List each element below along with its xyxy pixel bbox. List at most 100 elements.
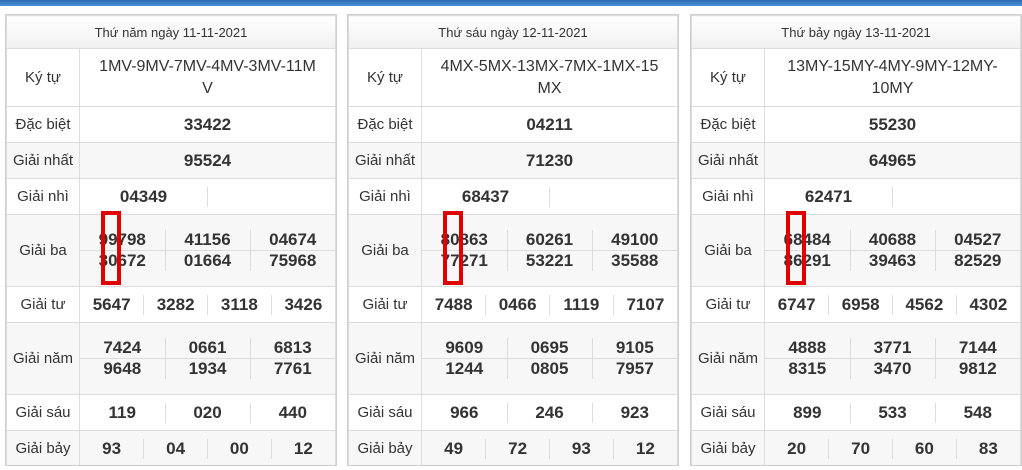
fourth-prize-number: 7488: [434, 294, 473, 314]
prize-label-tu: Giải tư: [6, 286, 80, 323]
first-prize-number: 95524: [79, 142, 336, 179]
fifth-prize-number: 7761: [249, 358, 335, 379]
fifth-prize-number: 9609: [445, 338, 484, 357]
third-prize-number: 40688: [849, 230, 935, 251]
seventh-prize-number: 70: [828, 438, 893, 459]
fifth-prize-number: 7424: [103, 338, 142, 357]
prize-label-ba: Giải ba: [6, 214, 80, 287]
third-prize-number: 75968: [249, 250, 335, 271]
fifth-prize-number: 7957: [591, 358, 677, 379]
second-prize-number: 68437: [461, 186, 510, 206]
special-prize-number: 55230: [764, 106, 1021, 143]
seventh-prize-number: 83: [955, 438, 1020, 459]
prize-label-dacbiet: Đặc biệt: [348, 106, 422, 143]
fourth-prize-number: 0466: [485, 294, 550, 315]
sixth-prize-number: 899: [793, 402, 822, 422]
draw-date-header: Thứ sáu ngày 12-11-2021: [348, 15, 678, 49]
fifth-prize-number: 0661: [164, 338, 250, 359]
top-bar: [0, 0, 1022, 6]
fifth-prize-values: 7424 0661 6813 9648 1934 7761: [79, 322, 336, 395]
sixth-prize-number: 246: [506, 402, 592, 423]
prize-label-bay: Giải bảy: [691, 430, 765, 465]
third-prize-number: 60261: [506, 230, 592, 251]
fifth-prize-number: 1934: [164, 358, 250, 379]
fourth-prize-number: 4562: [892, 294, 957, 315]
seventh-prize-number: 49: [444, 438, 464, 458]
highlight-box: [101, 211, 121, 285]
prize-label-sau: Giải sáu: [6, 394, 80, 431]
sixth-prize-number: 966: [450, 402, 479, 422]
prize-label-nhat: Giải nhất: [348, 142, 422, 179]
symbol-code-value: 13MY-15MY-4MY-9MY-12MY-10MY: [764, 48, 1021, 107]
fourth-prize-number: 4302: [955, 294, 1020, 315]
seventh-prize-number: 72: [485, 438, 550, 459]
prize-label-bay: Giải bảy: [6, 430, 80, 465]
prize-label-dacbiet: Đặc biệt: [691, 106, 765, 143]
sixth-prize-values: 899 533 548: [764, 394, 1021, 431]
fifth-prize-number: 4888: [788, 338, 827, 357]
seventh-prize-number: 04: [143, 438, 208, 459]
fourth-prize-number: 7107: [612, 294, 677, 315]
fourth-prize-values: 7488 0466 1119 7107: [421, 286, 678, 323]
third-prize-number: 68484: [783, 230, 831, 249]
sixth-prize-values: 119 020 440: [79, 394, 336, 431]
fifth-prize-number: 9105: [591, 338, 677, 359]
fourth-prize-number: 3118: [207, 294, 272, 315]
second-prize-values: 62471: [764, 178, 1021, 215]
prize-label-ba: Giải ba: [348, 214, 422, 287]
prize-label-sau: Giải sáu: [691, 394, 765, 431]
third-prize-number: 82529: [934, 250, 1020, 271]
seventh-prize-values: 20 70 60 83: [764, 430, 1021, 465]
result-panel: Thứ năm ngày 11-11-2021 Ký tự 1MV-9MV-7MV-…: [5, 14, 337, 466]
fourth-prize-values: 6747 6958 4562 4302: [764, 286, 1021, 323]
prize-label-ba: Giải ba: [691, 214, 765, 287]
seventh-prize-number: 00: [207, 438, 272, 459]
fifth-prize-number: 0805: [506, 358, 592, 379]
prize-label-nhi: Giải nhì: [691, 178, 765, 215]
third-prize-number: 04674: [249, 230, 335, 251]
seventh-prize-number: 93: [549, 438, 614, 459]
symbol-code-value: 4MX-5MX-13MX-7MX-1MX-15MX: [421, 48, 678, 107]
prize-label-nam: Giải năm: [6, 322, 80, 395]
prize-label-kytu: Ký tự: [691, 48, 765, 107]
fourth-prize-number: 3282: [143, 294, 208, 315]
prize-label-nhi: Giải nhì: [6, 178, 80, 215]
second-prize-values: 04349: [79, 178, 336, 215]
third-prize-number: 01664: [164, 250, 250, 271]
third-prize-number: 77271: [422, 250, 507, 271]
fifth-prize-number: 8315: [765, 358, 850, 379]
result-panel: Thứ sáu ngày 12-11-2021 Ký tự 4MX-5MX-13MX…: [347, 14, 679, 466]
second-prize-number: [892, 186, 1020, 207]
fifth-prize-values: 4888 3771 7144 8315 3470 9812: [764, 322, 1021, 395]
prize-label-tu: Giải tư: [348, 286, 422, 323]
seventh-prize-number: 12: [270, 438, 335, 459]
special-prize-number: 04211: [421, 106, 678, 143]
prize-label-sau: Giải sáu: [348, 394, 422, 431]
sixth-prize-number: 020: [164, 402, 250, 423]
fourth-prize-number: 3426: [270, 294, 335, 315]
fourth-prize-number: 6747: [777, 294, 816, 314]
prize-label-kytu: Ký tự: [348, 48, 422, 107]
fifth-prize-number: 9648: [80, 358, 165, 379]
fifth-prize-number: 3771: [849, 338, 935, 359]
fifth-prize-number: 6813: [249, 338, 335, 359]
special-prize-number: 33422: [79, 106, 336, 143]
second-prize-values: 68437: [421, 178, 678, 215]
highlight-box: [786, 211, 806, 285]
third-prize-number: 04527: [934, 230, 1020, 251]
fourth-prize-number: 1119: [549, 294, 614, 315]
draw-date-header: Thứ bảy ngày 13-11-2021: [691, 15, 1021, 49]
fifth-prize-number: 9812: [934, 358, 1020, 379]
seventh-prize-number: 20: [787, 438, 807, 458]
fourth-prize-number: 6958: [828, 294, 893, 315]
fifth-prize-values: 9609 0695 9105 1244 0805 7957: [421, 322, 678, 395]
prize-label-nam: Giải năm: [348, 322, 422, 395]
third-prize-number: 80863: [440, 230, 488, 249]
sixth-prize-number: 923: [591, 402, 677, 423]
prize-label-nam: Giải năm: [691, 322, 765, 395]
symbol-code-value: 1MV-9MV-7MV-4MV-3MV-11MV: [79, 48, 336, 107]
fifth-prize-number: 1244: [422, 358, 507, 379]
sixth-prize-number: 119: [108, 402, 136, 422]
second-prize-number: [549, 186, 677, 207]
prize-label-nhat: Giải nhất: [6, 142, 80, 179]
